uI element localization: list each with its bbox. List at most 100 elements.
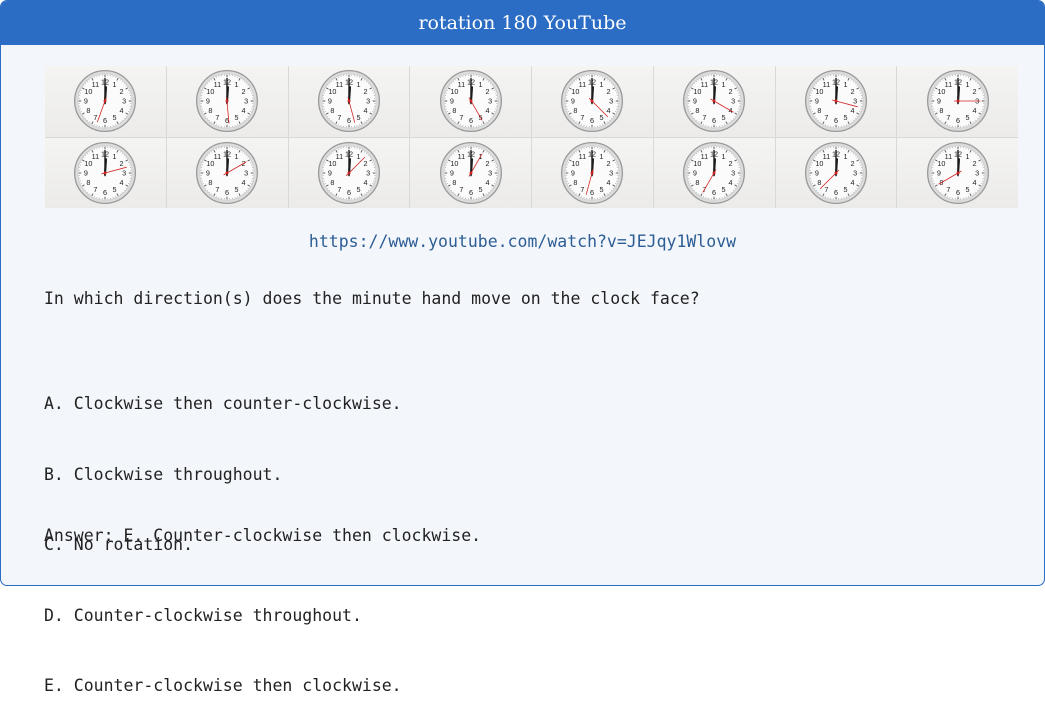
svg-text:7: 7 xyxy=(337,185,341,194)
svg-text:4: 4 xyxy=(972,178,976,187)
svg-text:8: 8 xyxy=(817,178,821,187)
clock-icon: 121234567891011 xyxy=(925,68,991,134)
svg-text:6: 6 xyxy=(834,116,838,125)
clock-icon: 121234567891011 xyxy=(316,68,382,134)
svg-text:6: 6 xyxy=(834,188,838,197)
svg-text:3: 3 xyxy=(244,168,248,177)
svg-text:7: 7 xyxy=(581,113,585,122)
svg-text:8: 8 xyxy=(696,106,700,115)
svg-text:8: 8 xyxy=(817,106,821,115)
svg-text:9: 9 xyxy=(328,97,332,106)
svg-text:1: 1 xyxy=(965,80,969,89)
svg-text:6: 6 xyxy=(590,188,594,197)
svg-text:5: 5 xyxy=(843,113,847,122)
svg-text:4: 4 xyxy=(363,178,367,187)
svg-text:2: 2 xyxy=(729,159,733,168)
svg-text:9: 9 xyxy=(571,168,575,177)
svg-text:11: 11 xyxy=(944,152,952,161)
svg-text:2: 2 xyxy=(850,159,854,168)
svg-text:4: 4 xyxy=(850,178,854,187)
svg-text:1: 1 xyxy=(600,80,604,89)
svg-text:5: 5 xyxy=(478,185,482,194)
svg-text:6: 6 xyxy=(469,188,473,197)
svg-text:7: 7 xyxy=(94,185,98,194)
svg-text:8: 8 xyxy=(330,106,334,115)
svg-text:6: 6 xyxy=(712,188,716,197)
svg-text:4: 4 xyxy=(485,178,489,187)
svg-text:7: 7 xyxy=(459,113,463,122)
svg-text:2: 2 xyxy=(607,87,611,96)
svg-text:1: 1 xyxy=(722,152,726,161)
svg-text:7: 7 xyxy=(94,113,98,122)
svg-text:3: 3 xyxy=(731,168,735,177)
clock-icon: 121234567891011 xyxy=(194,140,260,206)
svg-text:9: 9 xyxy=(936,168,940,177)
svg-text:8: 8 xyxy=(209,178,213,187)
svg-text:5: 5 xyxy=(965,185,969,194)
svg-text:2: 2 xyxy=(972,87,976,96)
svg-text:3: 3 xyxy=(122,168,126,177)
svg-text:8: 8 xyxy=(939,106,943,115)
svg-text:6: 6 xyxy=(469,116,473,125)
svg-text:1: 1 xyxy=(600,152,604,161)
svg-text:6: 6 xyxy=(347,188,351,197)
svg-text:9: 9 xyxy=(206,97,210,106)
svg-text:5: 5 xyxy=(600,113,604,122)
option-e: E. Counter-clockwise then clockwise. xyxy=(44,674,402,698)
svg-text:7: 7 xyxy=(216,113,220,122)
svg-text:11: 11 xyxy=(92,80,100,89)
video-link[interactable]: https://www.youtube.com/watch?v=JEJqy1Wl… xyxy=(0,232,1045,251)
clock-icon: 121234567891011 xyxy=(438,140,504,206)
svg-text:1: 1 xyxy=(843,80,847,89)
video-frame: 121234567891011 xyxy=(532,138,653,209)
svg-text:6: 6 xyxy=(103,116,107,125)
svg-text:5: 5 xyxy=(356,113,360,122)
svg-text:8: 8 xyxy=(330,178,334,187)
svg-text:5: 5 xyxy=(965,113,969,122)
svg-text:2: 2 xyxy=(850,87,854,96)
video-frame-strip: 1212345678910111212345678910111212345678… xyxy=(45,66,1018,208)
svg-text:5: 5 xyxy=(722,185,726,194)
svg-text:3: 3 xyxy=(488,168,492,177)
svg-text:4: 4 xyxy=(729,178,733,187)
svg-text:2: 2 xyxy=(607,159,611,168)
svg-text:2: 2 xyxy=(972,159,976,168)
svg-text:6: 6 xyxy=(103,188,107,197)
svg-text:2: 2 xyxy=(485,159,489,168)
svg-text:9: 9 xyxy=(84,97,88,106)
svg-text:1: 1 xyxy=(235,80,239,89)
svg-text:11: 11 xyxy=(579,152,587,161)
svg-text:3: 3 xyxy=(731,97,735,106)
card-title: rotation 180 YouTube xyxy=(1,1,1044,45)
svg-text:11: 11 xyxy=(579,80,587,89)
svg-text:7: 7 xyxy=(824,185,828,194)
question-text: In which direction(s) does the minute ha… xyxy=(44,289,700,308)
video-frame: 121234567891011 xyxy=(45,138,166,209)
svg-text:9: 9 xyxy=(449,97,453,106)
video-frame: 121234567891011 xyxy=(897,66,1018,137)
video-frame: 121234567891011 xyxy=(897,138,1018,209)
svg-text:1: 1 xyxy=(113,80,117,89)
svg-text:9: 9 xyxy=(693,97,697,106)
svg-text:5: 5 xyxy=(113,185,117,194)
svg-text:3: 3 xyxy=(853,168,857,177)
svg-text:1: 1 xyxy=(113,152,117,161)
svg-text:1: 1 xyxy=(356,152,360,161)
svg-text:1: 1 xyxy=(235,152,239,161)
svg-text:4: 4 xyxy=(363,106,367,115)
svg-text:2: 2 xyxy=(485,87,489,96)
video-frame: 121234567891011 xyxy=(776,138,897,209)
svg-text:7: 7 xyxy=(946,185,950,194)
svg-text:11: 11 xyxy=(457,80,465,89)
svg-text:9: 9 xyxy=(84,168,88,177)
svg-text:6: 6 xyxy=(590,116,594,125)
video-frame: 121234567891011 xyxy=(289,138,410,209)
video-frame: 121234567891011 xyxy=(167,138,288,209)
svg-text:3: 3 xyxy=(609,97,613,106)
svg-text:9: 9 xyxy=(449,168,453,177)
svg-text:11: 11 xyxy=(823,152,831,161)
svg-text:9: 9 xyxy=(936,97,940,106)
svg-text:3: 3 xyxy=(853,97,857,106)
svg-text:6: 6 xyxy=(712,116,716,125)
svg-text:7: 7 xyxy=(216,185,220,194)
